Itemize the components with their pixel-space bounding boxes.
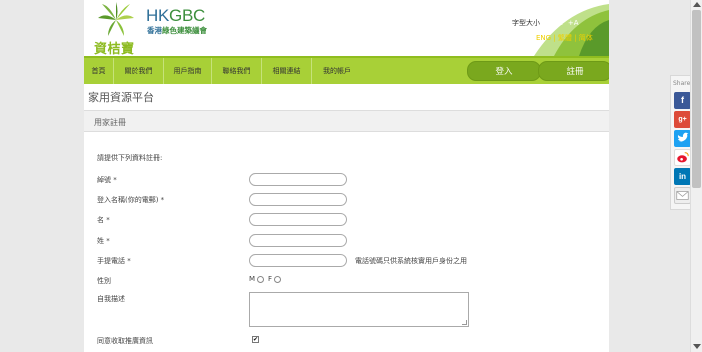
nav-item-account[interactable]: 我的帳戶: [312, 58, 362, 84]
font-size-large-link[interactable]: +A: [568, 19, 579, 27]
resize-grip-icon[interactable]: [462, 320, 467, 325]
section-title: 用家註冊: [94, 118, 126, 127]
email-icon[interactable]: [674, 187, 691, 204]
first-name-label: 名 *: [97, 216, 110, 224]
nav-item-home[interactable]: 首頁: [84, 58, 114, 84]
nickname-input[interactable]: [249, 173, 347, 186]
scroll-up-icon[interactable]: [693, 2, 701, 7]
logo-chinese-text: 資桔寶: [94, 42, 135, 57]
last-name-label: 姓 *: [97, 237, 110, 245]
logo-subtitle: 香港綠色建築議會: [147, 25, 207, 36]
self-description-label: 自我描述: [97, 295, 125, 303]
first-name-input[interactable]: [249, 213, 347, 226]
facebook-icon[interactable]: f: [674, 92, 691, 109]
font-size-label: 字型大小: [512, 19, 540, 27]
logo-leaf-icon: [98, 2, 134, 36]
language-switcher: ENG | 繁體 | 简体: [536, 33, 593, 43]
weibo-icon[interactable]: [674, 149, 691, 166]
mobile-input[interactable]: [249, 254, 347, 267]
section-header: 用家註冊: [84, 110, 609, 132]
lang-simplified-link[interactable]: 简体: [579, 34, 593, 42]
google-plus-icon[interactable]: g+: [674, 111, 691, 128]
nav-item-contact[interactable]: 聯絡我們: [212, 58, 262, 84]
logo-hk: HK: [146, 6, 170, 25]
mobile-label: 手提電話 *: [97, 257, 131, 265]
gender-f-label: F: [268, 275, 273, 283]
page-container: 資桔寶 HKGBC 香港綠色建築議會 字型大小 -A A +A ENG | 繁體…: [84, 0, 609, 352]
logo-sub-council: 綠色建築議會: [162, 26, 207, 35]
logo-hkgbc: HKGBC: [146, 6, 205, 26]
nav-item-guide[interactable]: 用戶指南: [164, 58, 212, 84]
scrollbar-thumb[interactable]: [692, 10, 701, 188]
newsletter-checkbox[interactable]: ✔: [252, 336, 259, 343]
mobile-hint: 電話號碼只供系統核實用戶身份之用: [355, 257, 467, 265]
site-header: 資桔寶 HKGBC 香港綠色建築議會 字型大小 -A A +A ENG | 繁體…: [84, 0, 609, 57]
main-nav: 首頁 關於我們 用戶指南 聯絡我們 相關連結 我的帳戶 登入 註冊: [84, 56, 609, 84]
gender-label: 性別: [97, 277, 111, 285]
vertical-scrollbar[interactable]: [690, 0, 702, 352]
register-button[interactable]: 註冊: [538, 61, 609, 81]
gender-options: M F: [249, 275, 285, 283]
last-name-input[interactable]: [249, 234, 347, 247]
lang-separator: |: [574, 34, 577, 42]
login-email-input[interactable]: [249, 193, 347, 206]
linkedin-icon[interactable]: in: [674, 168, 691, 185]
login-email-label: 登入名稱(你的電郵) *: [97, 196, 165, 204]
header-leaf-decoration: [504, 0, 609, 56]
login-button[interactable]: 登入: [467, 61, 541, 81]
page-title: 家用資源平台: [88, 91, 154, 104]
self-description-textarea[interactable]: [249, 292, 469, 327]
logo-gbc: GBC: [169, 6, 205, 25]
newsletter-label: 同意收取推廣資訊: [97, 337, 153, 345]
lang-english-link[interactable]: ENG: [536, 34, 551, 42]
lang-separator: |: [553, 34, 556, 42]
share-label: Share: [673, 80, 691, 87]
nickname-label: 綽號 *: [97, 176, 117, 184]
scroll-down-icon[interactable]: [693, 344, 701, 349]
font-size-small-link[interactable]: -A: [545, 19, 552, 27]
gender-m-label: M: [249, 275, 256, 283]
gender-f-radio[interactable]: [274, 275, 282, 283]
form-instructions: 請提供下列資料註冊:: [97, 154, 163, 162]
font-size-medium-link[interactable]: A: [558, 19, 563, 27]
gender-m-radio[interactable]: [257, 275, 265, 283]
font-size-controls: 字型大小 -A A +A: [512, 18, 581, 28]
nav-item-about[interactable]: 關於我們: [114, 58, 164, 84]
lang-traditional-link[interactable]: 繁體: [558, 34, 572, 42]
logo-sub-hk: 香港: [147, 26, 162, 35]
twitter-icon[interactable]: [674, 130, 691, 147]
nav-item-links[interactable]: 相關連結: [262, 58, 312, 84]
